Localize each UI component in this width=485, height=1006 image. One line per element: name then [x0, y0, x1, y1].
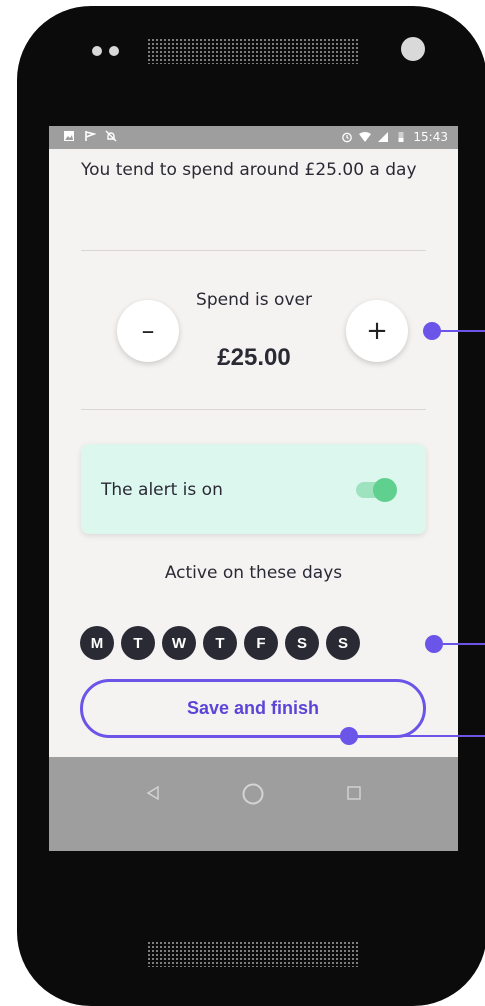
annotation-callouts [340, 322, 485, 745]
callout-days [425, 635, 485, 653]
callout-increase [423, 322, 485, 340]
callout-save [340, 727, 485, 745]
